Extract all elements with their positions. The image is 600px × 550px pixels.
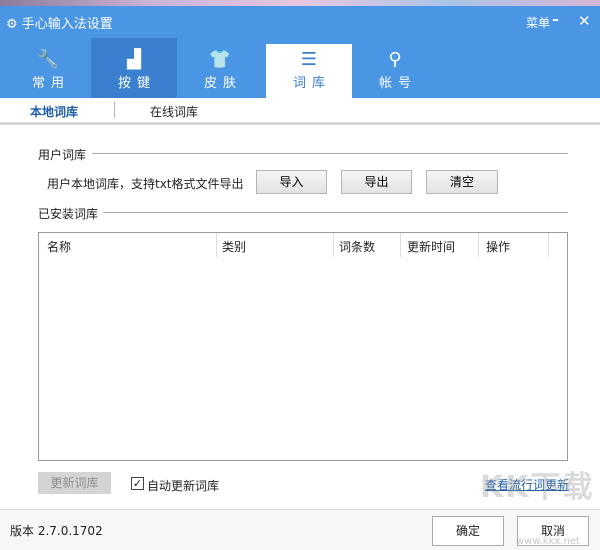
installed-heading: 已安装词库: [38, 207, 99, 221]
window-title: 手心输入法设置: [21, 17, 113, 32]
sub-tabs: 本地词库 在线词库: [0, 98, 600, 125]
shirt-icon: 👕: [208, 49, 232, 70]
user-dict-desc: 用户本地词库，支持txt格式文件导出: [47, 177, 244, 191]
column-separator: [216, 233, 217, 257]
divider: [92, 153, 568, 154]
minimize-button[interactable]: –: [552, 12, 559, 28]
title-bar: ⚙ 手心输入法设置 菜单 – ✕: [0, 6, 600, 38]
divider: [103, 212, 568, 213]
subtab-local[interactable]: 本地词库: [30, 103, 78, 120]
installed-dict-table: 名称 类别 词条数 更新时间 操作: [38, 232, 568, 461]
update-dict-button[interactable]: 更新词库: [38, 472, 111, 494]
import-button[interactable]: 导入: [256, 170, 327, 194]
divider: [114, 102, 115, 118]
auto-update-label[interactable]: 自动更新词库: [147, 477, 219, 494]
tab-account[interactable]: ⚲ 帐号: [352, 38, 438, 98]
user-dict-heading: 用户词库: [38, 148, 87, 162]
document-icon: ☰: [300, 49, 318, 70]
gear-icon: ⚙: [6, 17, 18, 32]
wrench-icon: 🔧: [36, 49, 60, 70]
column-header-category[interactable]: 类别: [222, 238, 246, 255]
column-header-action[interactable]: 操作: [486, 238, 510, 255]
column-header-updated[interactable]: 更新时间: [407, 238, 455, 255]
watermark-logo: KK下载: [480, 470, 595, 505]
column-separator: [333, 233, 334, 257]
export-button[interactable]: 导出: [341, 170, 412, 194]
clear-button[interactable]: 清空: [426, 170, 498, 194]
ok-button[interactable]: 确定: [432, 516, 504, 546]
user-icon: ⚲: [388, 49, 402, 70]
subtab-online[interactable]: 在线词库: [150, 103, 198, 120]
version-text: 版本 2.7.0.1702: [10, 524, 103, 538]
column-header-name[interactable]: 名称: [47, 238, 71, 255]
tab-dictionary[interactable]: ☰ 词库: [266, 44, 352, 98]
footer: 版本 2.7.0.1702 确定 取消: [0, 509, 600, 550]
menu-button[interactable]: 菜单: [526, 14, 550, 31]
tab-skin[interactable]: 👕 皮肤: [177, 38, 263, 98]
column-header-count[interactable]: 词条数: [339, 238, 375, 255]
column-separator: [400, 233, 401, 257]
tab-keys[interactable]: ▟ 按键: [91, 38, 177, 98]
main-tabs: 🔧 常用 ▟ 按键 👕 皮肤 ☰ 词库 ⚲ 帐号: [0, 38, 600, 98]
key-icon: ▟: [127, 49, 141, 70]
watermark-url: www.kkx.net: [516, 536, 580, 547]
close-button[interactable]: ✕: [578, 12, 591, 30]
column-separator: [548, 233, 549, 257]
tab-general[interactable]: 🔧 常用: [5, 38, 91, 98]
auto-update-checkbox[interactable]: ✓: [131, 477, 144, 490]
column-separator: [478, 233, 479, 257]
